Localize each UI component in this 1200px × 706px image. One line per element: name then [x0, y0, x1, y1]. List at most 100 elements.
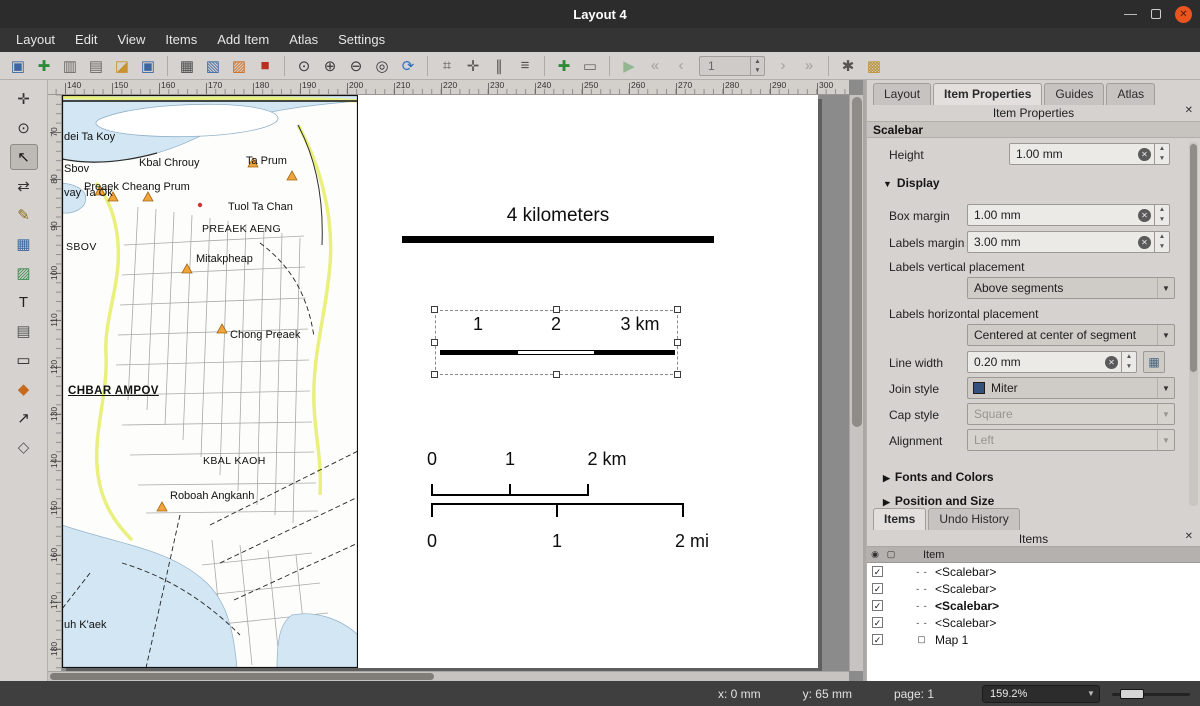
layout-item-row[interactable]: ✓▢Map 1 — [867, 631, 1200, 648]
tab-undo-history[interactable]: Undo History — [928, 508, 1019, 530]
add-legend-tool-button[interactable]: ▤ — [10, 318, 38, 344]
spin-arrows[interactable]: ▲▼ — [1154, 144, 1169, 164]
edit-nodes-tool-button[interactable]: ✎ — [10, 202, 38, 228]
atlas-settings-button[interactable]: ✱ — [836, 54, 860, 78]
tab-atlas[interactable]: Atlas — [1106, 83, 1155, 105]
zoom-slider[interactable] — [1112, 687, 1190, 701]
selection-handle[interactable] — [553, 371, 560, 378]
tab-items[interactable]: Items — [873, 508, 926, 530]
item-visibility-checkbox[interactable]: ✓ — [872, 566, 883, 577]
export-pdf-button[interactable]: ■ — [253, 54, 277, 78]
new-layout-button[interactable]: ✚ — [32, 54, 56, 78]
labels-horizontal-placement-combo[interactable]: Centered at center of segment ▼ — [967, 324, 1175, 346]
layout-item-row[interactable]: ✓- -<Scalebar> — [867, 580, 1200, 597]
atlas-first-button[interactable]: « — [643, 54, 667, 78]
export-atlas-button[interactable]: ▩ — [862, 54, 886, 78]
layout-canvas[interactable]: dei Ta KoyKbal ChrouyTa PrumSbovvay Ta O… — [62, 95, 849, 671]
fonts-colors-group-header[interactable]: ▶Fonts and Colors — [883, 470, 994, 484]
save-layout-button[interactable]: ▣ — [6, 54, 30, 78]
close-panel-icon[interactable]: ✕ — [1185, 531, 1193, 542]
smart-guides-button[interactable]: ≡ — [513, 54, 537, 78]
save-as-template-button[interactable]: ▣ — [136, 54, 160, 78]
selection-handle[interactable] — [674, 371, 681, 378]
properties-scrollbar[interactable] — [1189, 142, 1198, 506]
menu-view[interactable]: View — [107, 28, 155, 52]
add-node-shape-tool-button[interactable]: ◇ — [10, 434, 38, 460]
duplicate-layout-button[interactable]: ▥ — [58, 54, 82, 78]
close-icon[interactable]: ✕ — [1175, 6, 1192, 23]
selection-handle[interactable] — [431, 306, 438, 313]
menu-add-item[interactable]: Add Item — [207, 28, 279, 52]
add-arrow-tool-button[interactable]: ↗ — [10, 405, 38, 431]
show-grid-button[interactable]: ⌗ — [435, 54, 459, 78]
close-panel-icon[interactable]: ✕ — [1185, 105, 1193, 116]
display-group-header[interactable]: ▼Display — [883, 176, 940, 190]
layout-page[interactable]: dei Ta KoyKbal ChrouyTa PrumSbovvay Ta O… — [62, 95, 818, 668]
select-move-item-tool-button[interactable]: ↖ — [10, 144, 38, 170]
item-visibility-checkbox[interactable]: ✓ — [872, 617, 883, 628]
item-visibility-checkbox[interactable]: ✓ — [872, 583, 883, 594]
horizontal-ruler[interactable]: 1401501601701801902002102202302402502602… — [48, 80, 849, 95]
scrollbar-thumb[interactable] — [852, 97, 862, 427]
vertical-ruler[interactable]: 708090100110120130140150160170180 — [48, 95, 62, 671]
selection-handle[interactable] — [553, 306, 560, 313]
join-style-combo[interactable]: Miter ▼ — [967, 377, 1175, 399]
height-input[interactable]: 1.00 mm ✕ ▲▼ — [1009, 143, 1170, 165]
selection-handle[interactable] — [674, 339, 681, 346]
menu-edit[interactable]: Edit — [65, 28, 107, 52]
menu-settings[interactable]: Settings — [328, 28, 395, 52]
add-scalebar-tool-button[interactable]: ▭ — [10, 347, 38, 373]
cap-style-combo[interactable]: Square ▼ — [967, 403, 1175, 425]
tab-layout[interactable]: Layout — [873, 83, 931, 105]
selection-handle[interactable] — [431, 339, 438, 346]
atlas-page-spinbox[interactable]: 1▲▼ — [699, 56, 765, 76]
labels-margin-input[interactable]: 3.00 mm ✕ ▲▼ — [967, 231, 1170, 253]
minimize-icon[interactable]: — — [1124, 9, 1137, 19]
canvas-horizontal-scrollbar[interactable] — [48, 671, 849, 681]
selection-handle[interactable] — [674, 306, 681, 313]
slider-thumb[interactable] — [1120, 689, 1144, 699]
clear-value-icon[interactable]: ✕ — [1138, 236, 1151, 249]
clear-value-icon[interactable]: ✕ — [1138, 209, 1151, 222]
item-visibility-checkbox[interactable]: ✓ — [872, 600, 883, 611]
alignment-combo[interactable]: Left ▼ — [967, 429, 1175, 451]
atlas-preview-button[interactable]: ▶ — [617, 54, 641, 78]
add-pages-button[interactable]: ✚ — [552, 54, 576, 78]
menu-layout[interactable]: Layout — [6, 28, 65, 52]
tab-item-properties[interactable]: Item Properties — [933, 83, 1042, 105]
menu-atlas[interactable]: Atlas — [279, 28, 328, 52]
layout-item-row[interactable]: ✓- -<Scalebar> — [867, 614, 1200, 631]
item-visibility-checkbox[interactable]: ✓ — [872, 634, 883, 645]
open-template-button[interactable]: ◪ — [110, 54, 134, 78]
add-label-tool-button[interactable]: T — [10, 289, 38, 315]
map-item[interactable]: dei Ta KoyKbal ChrouyTa PrumSbovvay Ta O… — [62, 95, 358, 668]
pan-tool-button[interactable]: ✛ — [10, 86, 38, 112]
scrollbar-thumb[interactable] — [1190, 144, 1197, 372]
canvas-vertical-scrollbar[interactable] — [849, 95, 863, 671]
zoom-actual-button[interactable]: ◎ — [370, 54, 394, 78]
scrollbar-thumb[interactable] — [50, 673, 434, 680]
data-defined-override-button[interactable]: ▦ — [1143, 351, 1165, 373]
refresh-view-button[interactable]: ⟳ — [396, 54, 420, 78]
clear-value-icon[interactable]: ✕ — [1138, 148, 1151, 161]
zoom-level-combo[interactable]: 159.2% ▼ — [982, 685, 1100, 703]
atlas-last-button[interactable]: » — [797, 54, 821, 78]
zoom-tool-button[interactable]: ⊙ — [10, 115, 38, 141]
zoom-in-button[interactable]: ⊕ — [318, 54, 342, 78]
atlas-next-button[interactable]: › — [771, 54, 795, 78]
export-image-button[interactable]: ▧ — [201, 54, 225, 78]
add-map-tool-button[interactable]: ▦ — [10, 231, 38, 257]
spin-arrows[interactable]: ▲▼ — [750, 57, 764, 75]
snap-to-grid-button[interactable]: ✛ — [461, 54, 485, 78]
page-properties-button[interactable]: ▭ — [578, 54, 602, 78]
atlas-prev-button[interactable]: ‹ — [669, 54, 693, 78]
labels-vertical-placement-combo[interactable]: Above segments ▼ — [967, 277, 1175, 299]
print-layout-button[interactable]: ▦ — [175, 54, 199, 78]
layout-manager-button[interactable]: ▤ — [84, 54, 108, 78]
add-shape-tool-button[interactable]: ◆ — [10, 376, 38, 402]
spin-arrows[interactable]: ▲▼ — [1154, 205, 1169, 225]
clear-value-icon[interactable]: ✕ — [1105, 356, 1118, 369]
show-guides-button[interactable]: ∥ — [487, 54, 511, 78]
layout-item-row[interactable]: ✓- -<Scalebar> — [867, 563, 1200, 580]
zoom-full-button[interactable]: ⊙ — [292, 54, 316, 78]
